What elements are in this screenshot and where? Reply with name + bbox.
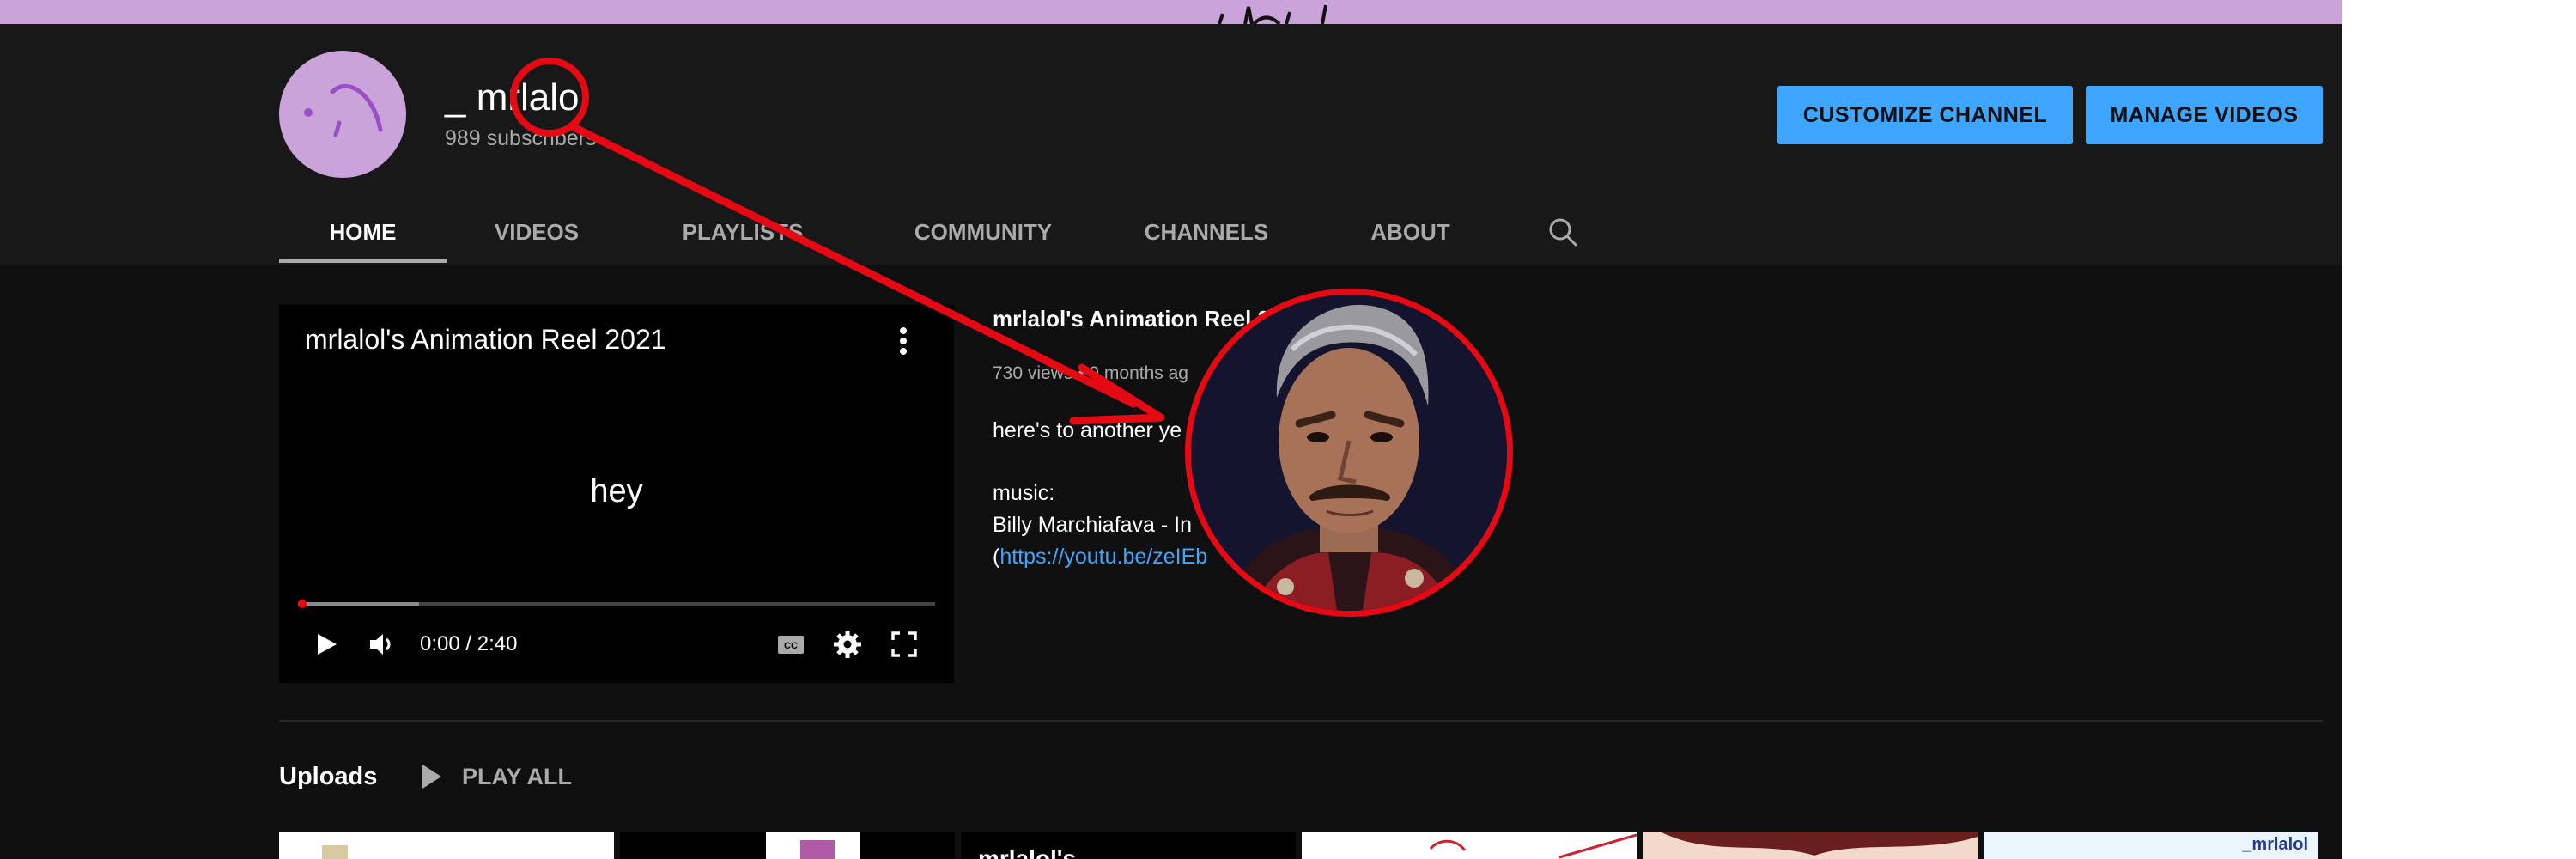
uploads-heading: Uploads: [279, 763, 378, 790]
thumb-art: [1660, 832, 1978, 856]
thumbnail-channel-logo: _mrlalol: [2242, 835, 2308, 854]
search-icon[interactable]: [1546, 215, 1580, 249]
tab-home[interactable]: HOME: [279, 211, 447, 253]
svg-text:CC: CC: [784, 641, 798, 651]
volume-icon[interactable]: [365, 627, 399, 661]
tab-videos[interactable]: VIDEOS: [464, 211, 610, 253]
subscriber-count: 989 subscribers: [445, 126, 597, 150]
channel-header: _ mrlalo 989 subscribers CUSTOMIZE CHANN…: [0, 24, 2342, 265]
active-tab-indicator: [279, 259, 447, 263]
progress-buffered: [298, 602, 419, 606]
play-icon[interactable]: [308, 627, 343, 661]
tab-community[interactable]: COMMUNITY: [880, 211, 1086, 253]
channel-avatar[interactable]: [279, 51, 406, 178]
tab-about[interactable]: ABOUT: [1344, 211, 1477, 253]
upload-thumbnail[interactable]: _mrlalol: [1984, 832, 2318, 859]
thumb-art: [800, 840, 835, 859]
play-all-icon: [422, 765, 441, 789]
upload-thumbnail[interactable]: [620, 832, 955, 859]
settings-gear-icon[interactable]: [830, 627, 865, 661]
man-with-mustache-portrait: [1185, 289, 1513, 617]
featured-video-title[interactable]: mrlalol's Animation Reel 20: [993, 305, 1283, 332]
progress-bar[interactable]: [298, 600, 935, 608]
player-title[interactable]: mrlalol's Animation Reel 2021: [305, 322, 666, 356]
featured-video-stats: 730 views • 9 months ag: [993, 363, 1188, 383]
tab-channels[interactable]: CHANNELS: [1121, 211, 1292, 253]
description-music-label: music:: [993, 481, 1055, 505]
captions-icon[interactable]: CC: [774, 627, 808, 661]
upload-thumbnail[interactable]: [1643, 832, 1978, 859]
fullscreen-icon[interactable]: [887, 627, 921, 661]
avatar-face-icon: [304, 83, 383, 137]
more-vert-icon[interactable]: [890, 324, 916, 358]
banner-art: [1218, 4, 1327, 24]
thumbnail-text: mrlalol's: [978, 845, 1077, 859]
play-all-button[interactable]: PLAY ALL: [419, 761, 572, 792]
section-divider: [279, 720, 2323, 722]
customize-channel-button[interactable]: CUSTOMIZE CHANNEL: [1777, 86, 2073, 144]
upload-thumbnail[interactable]: [1302, 832, 1637, 859]
thumb-art: [322, 845, 348, 859]
tab-playlists[interactable]: PLAYLISTS: [653, 211, 833, 253]
manage-videos-button[interactable]: MANAGE VIDEOS: [2086, 86, 2323, 144]
portrait-art: [1191, 295, 1507, 611]
thumb-art: [1429, 833, 1637, 859]
music-link[interactable]: https://youtu.be/zeIEb: [999, 545, 1207, 569]
description-link-line: (https://youtu.be/zeIEb: [993, 543, 1207, 570]
progress-scrubber[interactable]: [298, 600, 307, 608]
channel-name: _ mrlalo: [445, 76, 580, 119]
upload-thumbnail[interactable]: [279, 832, 614, 859]
time-display: 0:00 / 2:40: [420, 632, 518, 655]
video-frame-text: hey: [590, 473, 643, 509]
youtube-channel-page: _ mrlalo 989 subscribers CUSTOMIZE CHANN…: [0, 0, 2342, 859]
upload-thumbnail[interactable]: mrlalol's: [961, 832, 1296, 859]
video-player[interactable]: mrlalol's Animation Reel 2021 hey 0:00 /…: [279, 305, 954, 683]
description-artist: Billy Marchiafava - In: [993, 513, 1193, 537]
description-line: here's to another ye: [993, 418, 1182, 442]
play-all-label: PLAY ALL: [462, 763, 573, 789]
channel-banner: [0, 0, 2342, 24]
